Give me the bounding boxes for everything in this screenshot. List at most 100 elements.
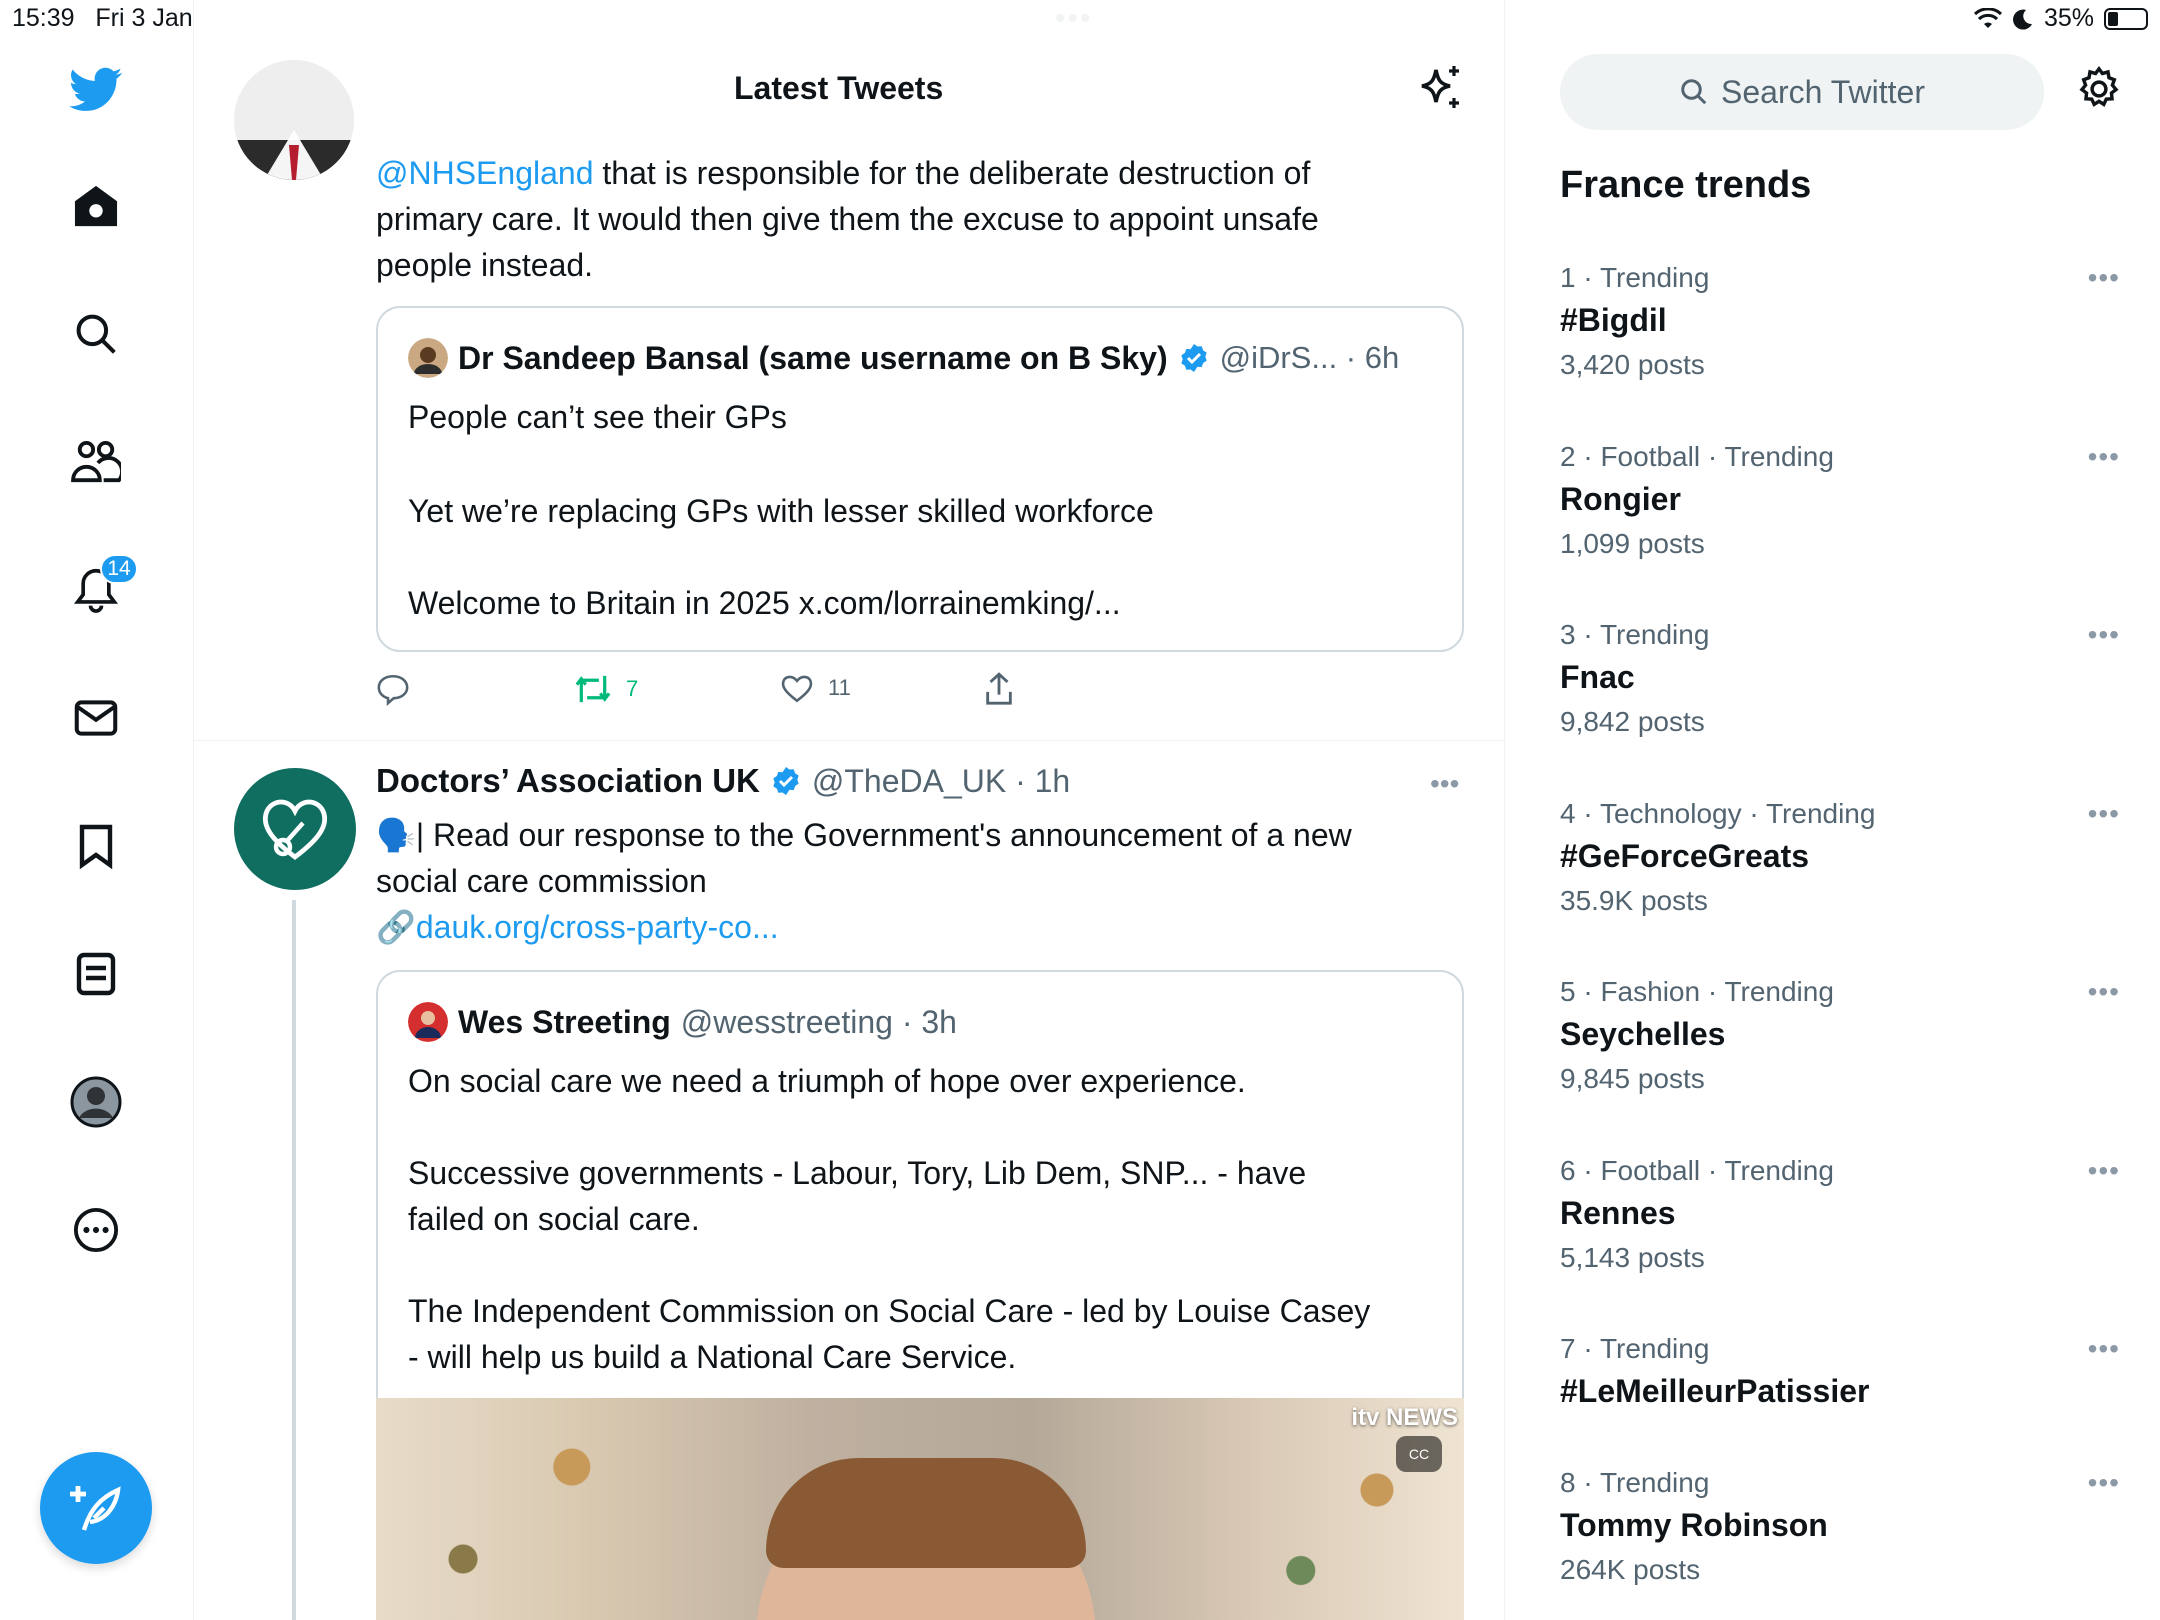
timeline-header: Latest Tweets [194, 0, 1504, 140]
reply-button[interactable] [376, 672, 410, 706]
tweet1-text-line1: that is responsible for the deliberate d… [593, 155, 1311, 191]
trend-meta: 1 · Trending [1560, 262, 1710, 293]
tweet1-text: @NHSEngland that is responsible for the … [376, 150, 1466, 288]
profile-avatar-icon[interactable] [66, 1072, 126, 1132]
trend-count: 35.9K posts [1560, 885, 1708, 916]
trend-meta: 5 · Fashion · Trending [1560, 976, 1834, 1007]
trend-count: 1,099 posts [1560, 528, 1705, 559]
tweet2-author-name[interactable]: Doctors’ Association UK [376, 762, 760, 800]
quote-author-name[interactable]: Dr Sandeep Bansal (same username on B Sk… [458, 340, 1168, 377]
tweet2-video-media[interactable]: itv NEWS CC [376, 1398, 1464, 1620]
dauk-avatar[interactable] [234, 768, 356, 890]
trend-count: 9,845 posts [1560, 1063, 1705, 1094]
quote2-p3-line2: - will help us build a National Care Ser… [408, 1339, 1017, 1375]
share-icon [986, 672, 1012, 705]
trend-count: 9,842 posts [1560, 706, 1705, 737]
tweet1-quote-card[interactable]: Dr Sandeep Bansal (same username on B Sk… [376, 306, 1464, 652]
itv-news-logo: itv NEWS [1351, 1404, 1458, 1431]
trend-more-icon[interactable]: ••• [2088, 1155, 2120, 1187]
trend-meta: 8 · Trending [1560, 1467, 1710, 1498]
quote2-author-name[interactable]: Wes Streeting [458, 1004, 671, 1041]
trend-more-icon[interactable]: ••• [2088, 1467, 2120, 1499]
stethoscope-heart-icon [263, 799, 327, 861]
tweet1-mention-link[interactable]: @NHSEngland [376, 155, 593, 191]
quote-line3: Welcome to Britain in 2025 x.com/lorrain… [408, 585, 1121, 621]
retweet-count: 7 [626, 676, 639, 701]
trend-meta: 6 · Football · Trending [1560, 1155, 1834, 1186]
like-count: 11 [828, 675, 851, 700]
tweet2-more-icon[interactable]: ••• [1430, 768, 1459, 800]
closed-captions-button[interactable]: CC [1396, 1436, 1442, 1472]
trend-meta: 3 · Trending [1560, 619, 1710, 650]
settings-gear-icon[interactable] [2076, 66, 2122, 112]
quote2-p3-line1: The Independent Commission on Social Car… [408, 1293, 1371, 1329]
notifications-badge: 14 [100, 554, 138, 584]
share-button[interactable] [984, 672, 1014, 706]
more-options-icon[interactable] [66, 1200, 126, 1260]
battery-percent: 35% [2043, 4, 2094, 32]
verified-badge-icon [773, 767, 799, 795]
retweet-button[interactable]: 7 [574, 672, 638, 706]
home-icon[interactable] [66, 176, 126, 236]
trend-count: 5,143 posts [1560, 1242, 1705, 1273]
quote-line2: Yet we’re replacing GPs with lesser skil… [408, 493, 1154, 529]
sandeep-avatar[interactable] [408, 338, 448, 378]
tweet2-text: 🗣️| Read our response to the Government'… [376, 812, 1476, 950]
search-icon[interactable] [66, 304, 126, 364]
quote-line1: People can’t see their GPs [408, 399, 787, 435]
trend-item[interactable]: 3 · Trending Fnac 9,842 posts ••• [1560, 619, 2120, 738]
quote2-p1: On social care we need a triumph of hope… [408, 1063, 1246, 1099]
tweet-divider [194, 740, 1504, 741]
lists-icon[interactable] [66, 944, 126, 1004]
compose-tweet-button[interactable] [40, 1452, 152, 1564]
trend-name: #GeForceGreats [1560, 838, 1810, 874]
wifi-icon [1973, 7, 2002, 30]
compose-feather-icon [70, 1486, 121, 1531]
tweet2-text-line2: social care commission [376, 863, 707, 899]
search-icon [1681, 79, 1707, 105]
messages-icon[interactable] [66, 688, 126, 748]
tweet2-text-line1: Read our response to the Government's an… [424, 817, 1352, 853]
battery-icon [2104, 7, 2148, 30]
trend-name: Rennes [1560, 1195, 1676, 1231]
trend-item[interactable]: 7 · Trending #LeMeilleurPatissier ••• [1560, 1333, 2120, 1410]
trend-item[interactable]: 5 · Fashion · Trending Seychelles 9,845 … [1560, 976, 2120, 1095]
trend-item[interactable]: 8 · Trending Tommy Robinson 264K posts •… [1560, 1467, 2120, 1586]
trend-more-icon[interactable]: ••• [2088, 1333, 2120, 1365]
trend-more-icon[interactable]: ••• [2088, 441, 2120, 473]
trend-more-icon[interactable]: ••• [2088, 619, 2120, 651]
communities-icon[interactable] [66, 432, 126, 492]
retweet-icon [575, 675, 611, 703]
trend-item[interactable]: 1 · Trending #Bigdil 3,420 posts ••• [1560, 262, 2120, 381]
search-placeholder: Search Twitter [1721, 73, 1925, 110]
trend-item[interactable]: 6 · Football · Trending Rennes 5,143 pos… [1560, 1155, 2120, 1274]
twitter-logo-icon[interactable] [66, 60, 126, 120]
quote2-p2-line2: failed on social care. [408, 1201, 700, 1237]
page-title: Latest Tweets [734, 70, 944, 106]
tweet2-header: Doctors’ Association UK @TheDA_UK · 1h [376, 762, 1070, 800]
trend-name: #Bigdil [1560, 302, 1667, 338]
bookmarks-icon[interactable] [66, 816, 126, 876]
trend-more-icon[interactable]: ••• [2088, 976, 2120, 1008]
media-person-hair [766, 1458, 1086, 1568]
search-input[interactable]: Search Twitter [1560, 54, 2044, 130]
link-emoji: 🔗 [376, 909, 416, 945]
timeline[interactable]: @NHSEngland that is responsible for the … [194, 0, 1504, 1620]
trend-count: 3,420 posts [1560, 349, 1705, 380]
trend-item[interactable]: 4 · Technology · Trending #GeForceGreats… [1560, 798, 2120, 917]
tweet2-quote-header: Wes Streeting @wesstreeting · 3h [408, 1002, 957, 1042]
notifications-icon[interactable]: 14 [66, 554, 138, 620]
like-button[interactable]: 11 [780, 672, 851, 704]
tweet1-text-line2: primary care. It would then give them th… [376, 201, 1319, 237]
quote-handle-time: @iDrS... · 6h [1219, 340, 1400, 375]
trend-item[interactable]: 2 · Football · Trending Rongier 1,099 po… [1560, 441, 2120, 560]
trend-name: Tommy Robinson [1560, 1507, 1828, 1543]
tweet2-handle-time: @TheDA_UK · 1h [811, 762, 1071, 799]
trend-meta: 4 · Technology · Trending [1560, 798, 1876, 829]
wes-avatar[interactable] [408, 1002, 448, 1042]
trend-more-icon[interactable]: ••• [2088, 262, 2120, 294]
heart-icon [781, 675, 813, 703]
trend-more-icon[interactable]: ••• [2088, 798, 2120, 830]
tweet2-link[interactable]: dauk.org/cross-party-co... [416, 909, 779, 945]
sparkle-icon[interactable] [1416, 64, 1464, 112]
